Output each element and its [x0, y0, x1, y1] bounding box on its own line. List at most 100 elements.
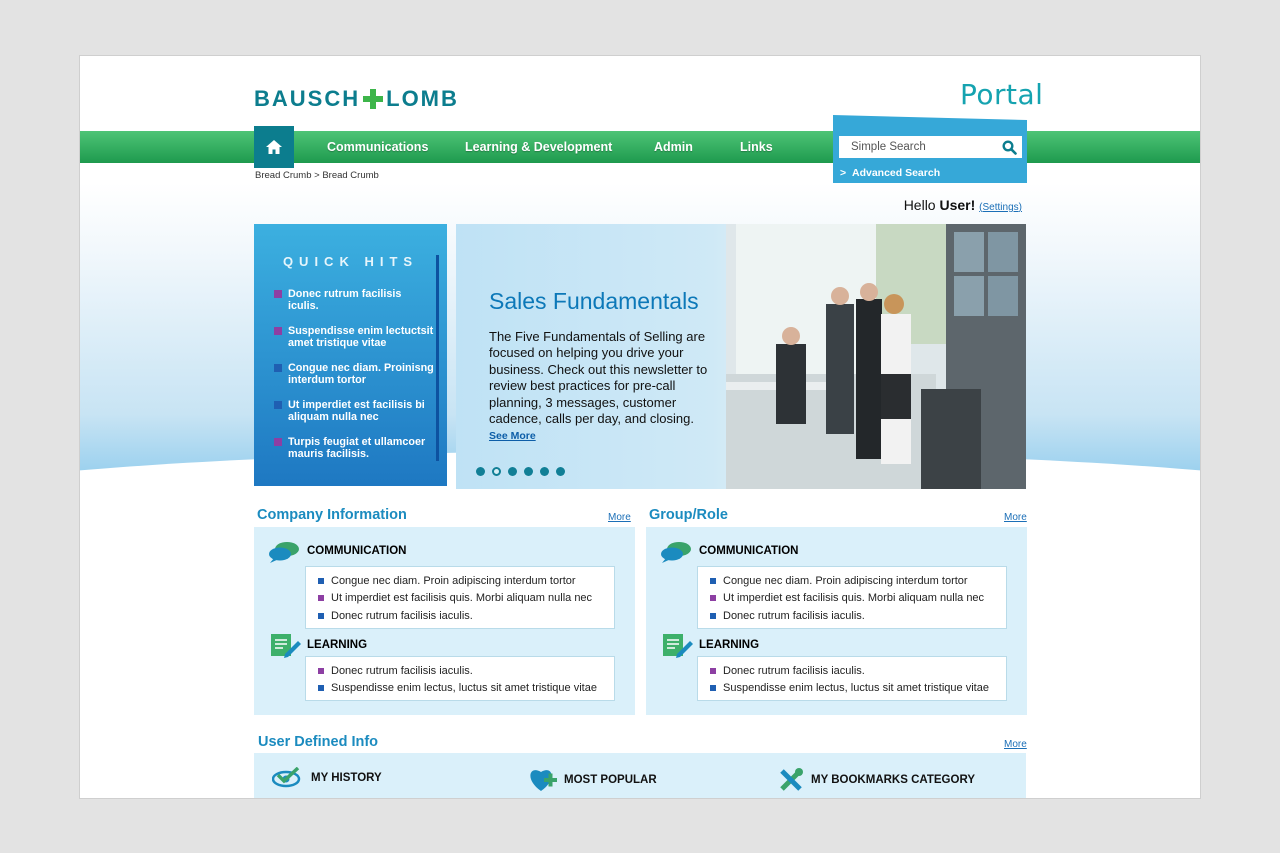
- settings-wrapper: (Settings): [979, 202, 1022, 213]
- chevron-right-icon: >: [840, 167, 847, 179]
- user-defined-panel: MY HISTORY MOST POPULAR MY BOOKMARKS CAT…: [254, 753, 1026, 798]
- list-item[interactable]: Congue nec diam. Proin adipiscing interd…: [318, 572, 614, 590]
- list-item-label: Donec rutrum facilisis iaculis.: [331, 609, 473, 622]
- page-frame: BAUSCH LOMB Portal Communications Learni…: [79, 55, 1201, 799]
- user-defined-more-link[interactable]: More: [1004, 739, 1027, 750]
- company-info-more-link[interactable]: More: [608, 512, 631, 523]
- list-item[interactable]: Donec rutrum facilisis iaculis.: [318, 607, 614, 625]
- chat-bubbles-icon: [268, 541, 300, 563]
- nav-item-links[interactable]: Links: [740, 140, 773, 154]
- slide-title: Sales Fundamentals: [489, 288, 699, 314]
- my-bookmarks-label: MY BOOKMARKS CATEGORY: [811, 774, 975, 786]
- list-item-label: Donec rutrum facilisis iaculis.: [331, 664, 473, 677]
- bullet-icon: [318, 577, 324, 584]
- group-role-panel: COMMUNICATION Congue nec diam. Proin adi…: [646, 527, 1027, 715]
- list-item[interactable]: Suspendisse enim lectus, luctus sit amet…: [318, 680, 614, 698]
- greeting-hello: Hello: [903, 197, 936, 213]
- learning-title: LEARNING: [307, 639, 368, 651]
- nav-home-button[interactable]: [254, 126, 294, 168]
- heart-plus-icon: [528, 767, 558, 793]
- advanced-search-label: Advanced Search: [851, 167, 941, 179]
- hero-slide: Sales Fundamentals The Five Fundamentals…: [456, 224, 1026, 489]
- list-item[interactable]: Congue nec diam. Proin adipiscing interd…: [710, 572, 1006, 590]
- bullet-icon: [710, 667, 716, 674]
- slide-body: The Five Fundamentals of Selling are foc…: [489, 329, 708, 427]
- bullet-icon: [274, 401, 282, 409]
- list-item-label: Donec rutrum facilisis iaculis.: [723, 609, 865, 622]
- bullet-icon: [274, 364, 282, 372]
- user-defined-info-title: User Defined Info: [258, 734, 379, 750]
- brand-logo[interactable]: BAUSCH LOMB: [254, 86, 459, 112]
- see-more-link[interactable]: See More: [489, 430, 536, 442]
- list-item[interactable]: Donec rutrum facilisis iaculis.: [318, 662, 614, 680]
- nav-item-learning-development[interactable]: Learning & Development: [465, 140, 612, 154]
- learning-title: LEARNING: [699, 639, 760, 651]
- list-item[interactable]: Ut imperdiet est facilisis quis. Morbi a…: [710, 590, 1006, 608]
- eye-check-icon: [272, 767, 302, 789]
- quick-hit-item[interactable]: Congue nec diam. Proinisng interdum tort…: [274, 362, 434, 386]
- chat-bubbles-icon: [660, 541, 692, 563]
- bullet-icon: [710, 577, 716, 584]
- search-button[interactable]: [998, 136, 1020, 158]
- carousel-dot[interactable]: [508, 467, 517, 476]
- logo-text-bausch: BAUSCH: [254, 86, 361, 111]
- bullet-icon: [318, 612, 324, 619]
- tools-icon: [778, 767, 804, 793]
- notepad-pencil-icon: [663, 634, 695, 658]
- quick-hit-item[interactable]: Suspendisse enim lectuctsit amet tristiq…: [274, 325, 434, 349]
- list-item[interactable]: Suspendisse enim lectus, luctus sit amet…: [710, 680, 1006, 698]
- settings-link[interactable]: Settings: [983, 202, 1019, 213]
- bullet-icon: [318, 685, 324, 692]
- search-icon: [1001, 139, 1017, 155]
- advanced-search-link[interactable]: > Advanced Search: [840, 167, 940, 179]
- quick-hit-label: Congue nec diam. Proinisng interdum tort…: [288, 362, 434, 386]
- quick-hit-item[interactable]: Donec rutrum facilisis iculis.: [274, 288, 434, 312]
- communication-list: Congue nec diam. Proin adipiscing interd…: [697, 566, 1007, 629]
- bullet-icon: [318, 667, 324, 674]
- group-role-more-link[interactable]: More: [1004, 512, 1027, 523]
- list-item[interactable]: Donec rutrum facilisis iaculis.: [710, 662, 1006, 680]
- home-icon: [266, 140, 282, 154]
- communication-list: Congue nec diam. Proin adipiscing interd…: [305, 566, 615, 629]
- quick-hit-item[interactable]: Ut imperdiet est facilisis bi aliquam nu…: [274, 399, 434, 423]
- breadcrumb[interactable]: Bread Crumb > Bread Crumb: [255, 170, 379, 181]
- company-info-panel: COMMUNICATION Congue nec diam. Proin adi…: [254, 527, 635, 715]
- my-history-item[interactable]: MY HISTORY: [272, 767, 382, 789]
- logo-text-lomb: LOMB: [386, 86, 459, 111]
- carousel-dot[interactable]: [524, 467, 533, 476]
- nav-item-communications[interactable]: Communications: [327, 140, 428, 154]
- quick-hits-list: Donec rutrum facilisis iculis. Suspendis…: [274, 288, 434, 473]
- portal-title: Portal: [960, 78, 1044, 111]
- search-input[interactable]: [839, 136, 1022, 158]
- quick-hit-item[interactable]: Turpis feugiat et ullamcoer mauris facil…: [274, 436, 434, 460]
- nav-item-admin[interactable]: Admin: [654, 140, 693, 154]
- most-popular-label: MOST POPULAR: [564, 774, 657, 786]
- list-item-label: Donec rutrum facilisis iaculis.: [723, 664, 865, 677]
- group-role-title: Group/Role: [649, 507, 728, 523]
- learning-list: Donec rutrum facilisis iaculis. Suspendi…: [305, 656, 615, 701]
- bullet-icon: [710, 595, 716, 602]
- bullet-icon: [274, 438, 282, 446]
- quick-hits-panel: QUICK HITS Donec rutrum facilisis iculis…: [254, 224, 447, 486]
- list-item[interactable]: Donec rutrum facilisis iaculis.: [710, 607, 1006, 625]
- bullet-icon: [318, 595, 324, 602]
- carousel-dot[interactable]: [476, 467, 485, 476]
- quick-hits-scrollbar[interactable]: [436, 255, 439, 461]
- quick-hits-title: QUICK HITS: [282, 254, 419, 269]
- carousel-dots: [476, 467, 565, 476]
- carousel-dot[interactable]: [556, 467, 565, 476]
- carousel-dot[interactable]: [540, 467, 549, 476]
- my-bookmarks-item[interactable]: MY BOOKMARKS CATEGORY: [778, 767, 975, 793]
- quick-hit-label: Ut imperdiet est facilisis bi aliquam nu…: [288, 399, 425, 423]
- carousel-dot-active[interactable]: [492, 467, 501, 476]
- list-item-label: Congue nec diam. Proin adipiscing interd…: [331, 574, 576, 587]
- communication-title: COMMUNICATION: [307, 545, 407, 557]
- bullet-icon: [710, 612, 716, 619]
- quick-hit-label: Donec rutrum facilisis iculis.: [288, 288, 402, 312]
- most-popular-item[interactable]: MOST POPULAR: [528, 767, 657, 793]
- greeting-user: User!: [939, 197, 976, 213]
- communication-title: COMMUNICATION: [699, 545, 799, 557]
- quick-hit-label: Turpis feugiat et ullamcoer mauris facil…: [288, 436, 426, 460]
- list-item-label: Suspendisse enim lectus, luctus sit amet…: [723, 682, 989, 695]
- list-item[interactable]: Ut imperdiet est facilisis quis. Morbi a…: [318, 590, 614, 608]
